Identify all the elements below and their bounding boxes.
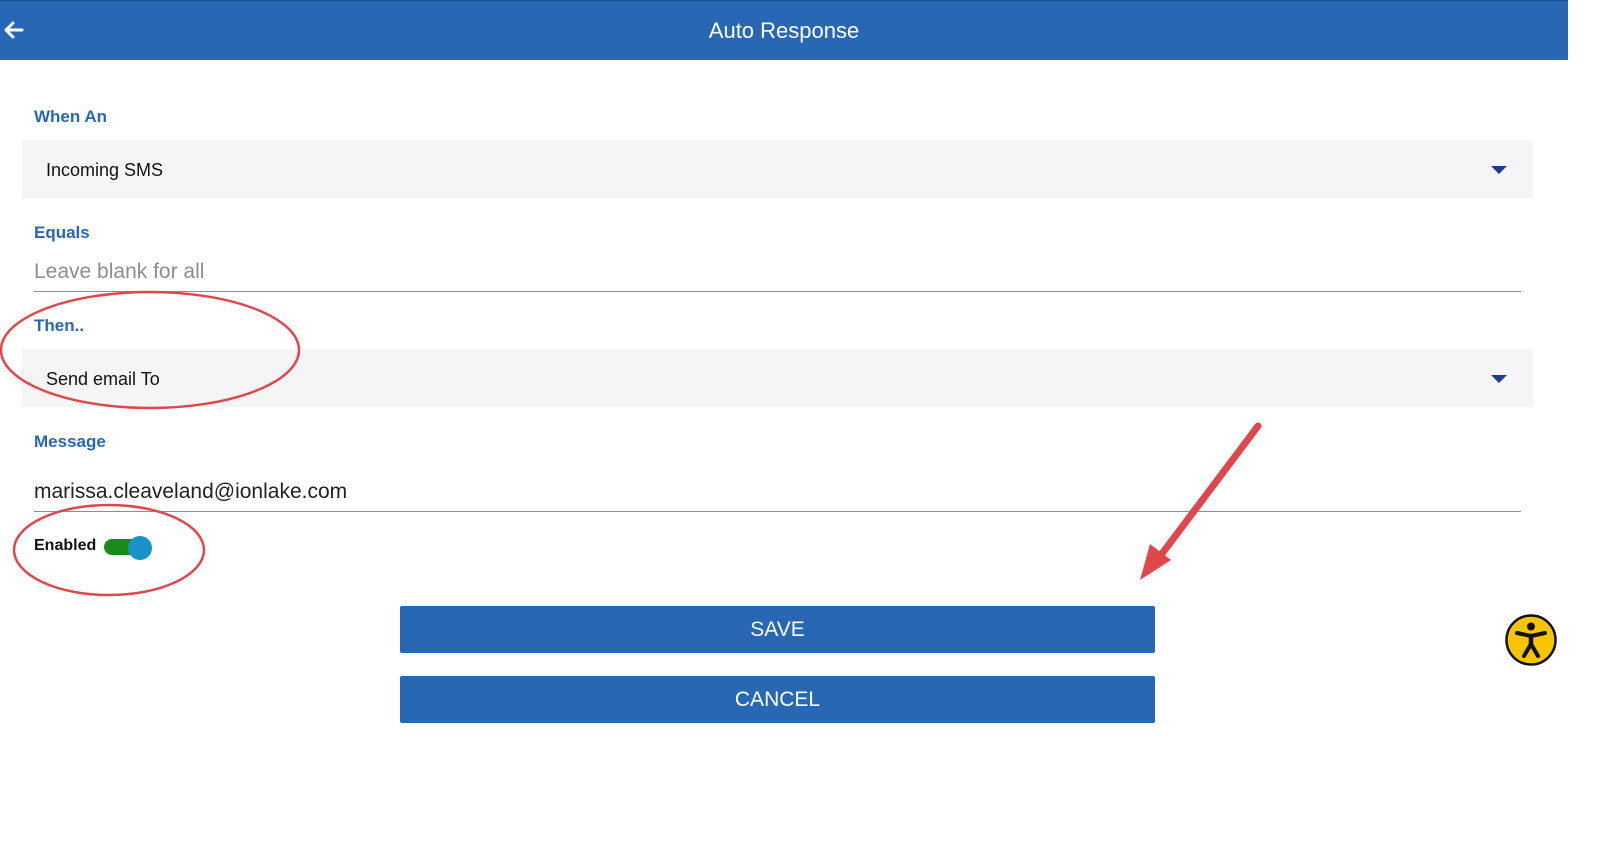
cancel-button[interactable]: CANCEL — [400, 676, 1155, 723]
then-label: Then.. — [34, 316, 85, 335]
annotation-arrow-head — [1140, 544, 1171, 580]
then-select[interactable]: Send email To — [22, 349, 1533, 407]
message-label: Message — [34, 432, 106, 451]
then-selected-value: Send email To — [46, 369, 160, 389]
equals-label: Equals — [34, 223, 90, 242]
accessibility-icon — [1505, 614, 1557, 666]
chevron-down-icon — [1491, 375, 1507, 383]
when-an-label: When An — [34, 107, 108, 126]
auto-response-page: Auto Response When An Incoming SMS Equal… — [0, 0, 1607, 866]
equals-input[interactable] — [34, 252, 1521, 292]
save-button[interactable]: SAVE — [400, 606, 1155, 653]
accessibility-button[interactable] — [1505, 614, 1557, 666]
enabled-label: Enabled — [34, 537, 97, 554]
when-an-selected-value: Incoming SMS — [46, 160, 164, 180]
page-title: Auto Response — [708, 18, 860, 43]
toggle-thumb — [128, 536, 152, 560]
when-an-select[interactable]: Incoming SMS — [22, 140, 1533, 198]
app-bar: Auto Response — [0, 0, 1568, 60]
chevron-down-icon — [1491, 166, 1507, 174]
annotation-overlay — [0, 290, 1262, 597]
message-input[interactable] — [34, 472, 1521, 512]
enabled-toggle[interactable] — [104, 536, 154, 560]
